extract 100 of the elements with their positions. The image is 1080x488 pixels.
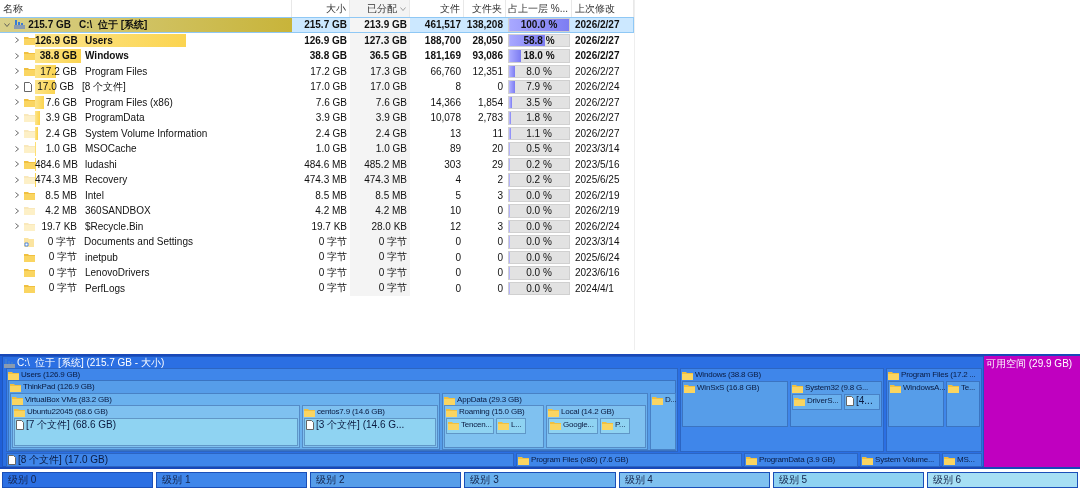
table-cell: 4.2 MB [350, 203, 410, 219]
treemap-block[interactable]: [4... [844, 394, 880, 410]
treemap-block[interactable]: [8 个文件] (17.0 GB) [6, 453, 514, 467]
treemap-block[interactable] [8, 380, 676, 451]
table-cell-text: 461,517 [423, 18, 462, 33]
folder-icon [304, 407, 315, 417]
treemap-block[interactable]: P... [600, 418, 630, 434]
expand-caret-icon[interactable] [14, 130, 20, 137]
free-space-block[interactable]: 可用空间 (29.9 GB) [984, 356, 1080, 467]
percent-bar: 0.2 % [508, 173, 570, 187]
treemap-block[interactable]: DriverS... [792, 394, 842, 410]
table-cell-text: 2025/6/25 [574, 173, 621, 188]
table-row[interactable]: 0 字节 Documents and Settings 0 字节 0 字节 0 0 0.0 % 2023/3/14 [0, 234, 634, 250]
treemap-block[interactable]: [7 个文件] (68.6 GB) [14, 418, 298, 446]
treemap-block[interactable]: WindowsA... [888, 381, 944, 427]
expand-caret-icon[interactable] [14, 99, 20, 106]
expand-caret-icon[interactable] [14, 145, 20, 152]
treemap-block[interactable]: Windows (38.8 GB) WinSxS (16.8 GB) System32 (9.8 G... DriverS... [4... [680, 368, 884, 452]
table-cell: 17.0 GB [350, 79, 410, 95]
table-row[interactable]: 7.6 GB Program Files (x86) 7.6 GB 7.6 GB 14,366 1,854 3.5 % 2026/2/27 [0, 94, 634, 110]
table-row[interactable]: 0 字节 PerfLogs 0 字节 0 字节 0 0 0.0 % 2024/4/1 [0, 280, 634, 296]
expand-caret-icon[interactable] [14, 176, 20, 183]
treemap-block[interactable]: Roaming (15.0 GB) Tencen... L... [444, 405, 544, 448]
table-cell-text: 303 [443, 157, 462, 172]
item-name: LenovoDrivers [85, 267, 150, 279]
folder-icon [948, 383, 959, 393]
expand-caret-icon[interactable] [14, 83, 20, 90]
treemap-block[interactable]: Google... [548, 418, 598, 434]
column-header[interactable]: 名称 [0, 0, 292, 17]
table-cell-text: 89 [448, 142, 462, 157]
treemap-block[interactable]: Te... [946, 381, 980, 427]
expand-caret-icon[interactable] [14, 68, 20, 75]
folder-icon [24, 252, 35, 262]
percent-bar: 1.1 % [508, 126, 570, 140]
table-cell-text: 1.0 GB [314, 142, 348, 157]
table-cell-text: 3 [496, 219, 504, 234]
expand-caret-icon[interactable] [14, 207, 20, 214]
treemap-block[interactable]: System Volume... [860, 453, 940, 467]
treemap-block[interactable]: Program Files (17.2 ... WindowsA... Te... [886, 368, 982, 452]
table-row[interactable]: 1.0 GB MSOCache 1.0 GB 1.0 GB 89 20 0.5 % 2023/3/14 [0, 141, 634, 157]
table-cell-text: 2026/2/19 [574, 188, 621, 203]
folder-icon [888, 370, 899, 380]
expand-caret-icon[interactable] [14, 37, 20, 44]
table-row[interactable]: 8.5 MB Intel 8.5 MB 8.5 MB 5 3 0.0 % 2026/2/19 [0, 187, 634, 203]
treemap-block[interactable]: centos7.9 (14.6 GB) [3 个文件] (14.6 G... [302, 405, 438, 448]
folder-icon [944, 455, 955, 465]
size-text: 4.2 MB [44, 205, 77, 217]
expand-caret-icon[interactable] [14, 52, 20, 59]
treemap-block[interactable] [6, 368, 678, 452]
table-row[interactable]: 38.8 GB Windows 38.8 GB 36.5 GB 181,169 93,086 18.0 % 2026/2/27 [0, 48, 634, 64]
folder-icon [862, 455, 873, 465]
folder-icon [24, 283, 35, 293]
folder-icon [24, 97, 35, 107]
item-name: C:\ 位于 [系统] [79, 17, 148, 32]
table-row[interactable]: 4.2 MB 360SANDBOX 4.2 MB 4.2 MB 10 0 0.0 % 2026/2/19 [0, 203, 634, 219]
treemap-block[interactable]: L... [496, 418, 526, 434]
treemap-block[interactable]: WinSxS (16.8 GB) [682, 381, 788, 427]
folder-icon [24, 221, 35, 231]
column-header[interactable]: 占上一层 %... [506, 0, 572, 17]
level-legend-item: 级别 1 [156, 472, 308, 488]
treemap-block[interactable]: Ubuntu22045 (68.6 GB) [7 个文件] (68.6 GB) [12, 405, 300, 448]
treemap-block[interactable]: System32 (9.8 G... DriverS... [4... [790, 381, 882, 427]
table-row[interactable]: 19.7 KB $Recycle.Bin 19.7 KB 28.0 KB 12 3 0.0 % 2026/2/24 [0, 218, 634, 234]
block-label: Users (126.9 GB) [21, 369, 81, 381]
folder-icon [448, 420, 459, 430]
treemap-block[interactable] [2, 356, 984, 467]
column-header[interactable]: 已分配 [350, 0, 410, 17]
expand-caret-icon[interactable] [14, 114, 20, 121]
treemap-block[interactable]: Tencen... [446, 418, 494, 434]
table-cell-text: 11 [491, 126, 504, 141]
column-header[interactable]: 上次修改 [572, 0, 634, 17]
treemap-block[interactable]: Program Files (x86) (7.6 GB) [516, 453, 742, 467]
table-cell-text: 10 [448, 204, 462, 219]
item-name: Program Files [85, 65, 148, 77]
table-cell-text: 0 字节 [317, 265, 348, 280]
block-label: ProgramData (3.9 GB) [759, 454, 836, 466]
table-row[interactable]: 126.9 GB Users 126.9 GB 127.3 GB 188,700 28,050 58.8 % 2026/2/27 [0, 32, 634, 48]
treemap-block[interactable]: ProgramData (3.9 GB) [744, 453, 858, 467]
table-row[interactable]: 215.7 GB C:\ 位于 [系统] 215.7 GB 213.9 GB 461,517 138,208 100.0 % 2026/2/27 [0, 17, 634, 33]
percent-bar: 0.0 % [508, 281, 570, 295]
table-row[interactable]: 3.9 GB ProgramData 3.9 GB 3.9 GB 10,078 2,783 1.8 % 2026/2/27 [0, 110, 634, 126]
collapse-caret-icon[interactable] [4, 21, 10, 28]
size-text: 38.8 GB [38, 50, 77, 62]
expand-caret-icon[interactable] [14, 223, 20, 230]
treemap-block[interactable]: VirtualBox VMs (83.2 GB) Ubuntu22045 (68.6 GB) [7 个文件] (68.6 GB) centos7.9 (14.6 GB) [3 个文件] (14.6 G... [10, 393, 440, 450]
treemap-block[interactable]: D... [650, 393, 676, 450]
table-row[interactable]: 0 字节 inetpub 0 字节 0 字节 0 0 0.0 % 2025/6/24 [0, 249, 634, 265]
table-cell-text: 138,208 [465, 18, 504, 33]
treemap-block[interactable]: Local (14.2 GB) Google... P... [546, 405, 646, 448]
table-cell-text: 29 [490, 157, 504, 172]
expand-caret-icon[interactable] [14, 161, 20, 168]
treemap-block[interactable]: MS... [942, 453, 982, 467]
treemap-block[interactable]: [3 个文件] (14.6 G... [304, 418, 436, 446]
table-row[interactable]: 2.4 GB System Volume Information 2.4 GB 2.4 GB 13 11 1.1 % 2026/2/27 [0, 125, 634, 141]
expand-caret-icon[interactable] [14, 192, 20, 199]
table-row[interactable]: 0 字节 LenovoDrivers 0 字节 0 字节 0 0 0.0 % 2023/6/16 [0, 265, 634, 281]
table-cell-text: 2023/3/14 [574, 235, 621, 250]
percent-bar: 0.0 % [508, 235, 570, 249]
table-cell-text: 17.2 GB [309, 64, 348, 79]
treemap-block[interactable]: AppData (29.3 GB) Roaming (15.0 GB) Tencen... L... Local (14.2 GB) Google... P... [442, 393, 648, 450]
